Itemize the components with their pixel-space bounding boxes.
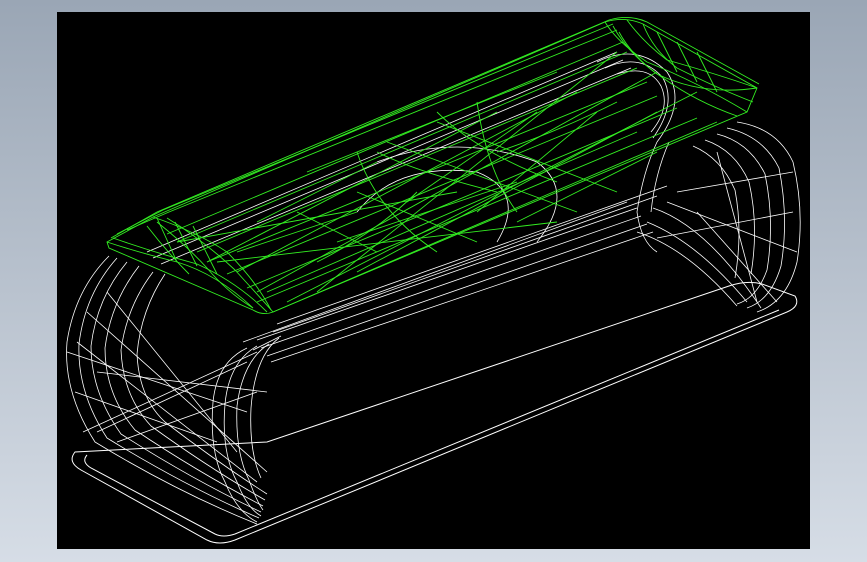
wireframe-canvas[interactable] (57, 12, 810, 549)
viewport-background (57, 12, 810, 549)
cad-3d-viewport[interactable] (57, 12, 810, 549)
cad-application-window (0, 0, 867, 562)
